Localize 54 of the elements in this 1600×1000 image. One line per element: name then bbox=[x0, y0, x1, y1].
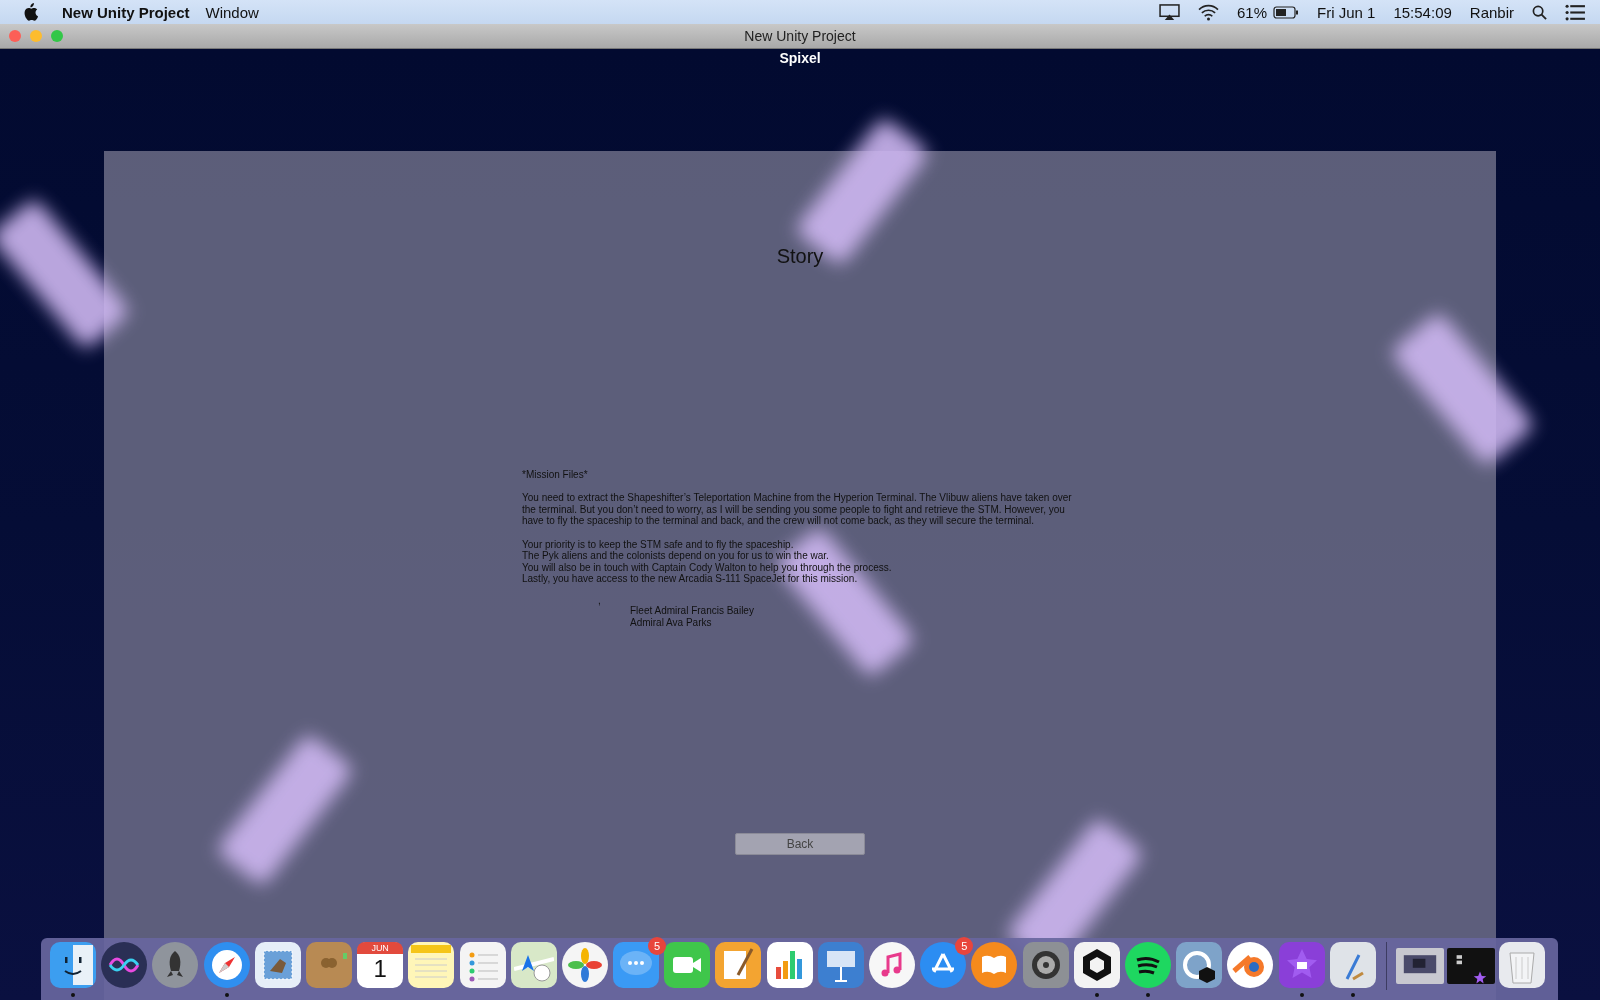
sound-waves-icon[interactable] bbox=[1124, 942, 1171, 988]
calendar-icon[interactable]: JUN 1 bbox=[357, 942, 404, 988]
trash-icon[interactable] bbox=[1499, 942, 1546, 988]
swirl-icon[interactable] bbox=[1176, 942, 1223, 988]
signature-line: Admiral Ava Parks bbox=[630, 616, 713, 629]
story-heading: Story bbox=[776, 245, 824, 268]
mission-line: Your priority is to keep the STM safe and to fly the spaceship. bbox=[522, 538, 795, 551]
video-camera-icon[interactable] bbox=[664, 942, 711, 988]
flower-icon[interactable] bbox=[561, 942, 608, 988]
window-thumbnail[interactable] bbox=[1396, 948, 1445, 984]
orb-icon[interactable] bbox=[101, 942, 148, 988]
menu-item[interactable]: Window bbox=[205, 3, 259, 21]
app-menu[interactable]: New Unity Project bbox=[62, 3, 190, 21]
cube-icon[interactable] bbox=[1073, 942, 1120, 988]
pen-document-icon[interactable] bbox=[715, 942, 762, 988]
battery-icon[interactable] bbox=[1273, 5, 1300, 19]
book-icon[interactable] bbox=[971, 942, 1018, 988]
mission-header: *Mission Files* bbox=[522, 469, 589, 481]
date-text[interactable]: Fri Jun 1 bbox=[1317, 3, 1376, 21]
rocket-icon[interactable] bbox=[152, 942, 199, 988]
back-button[interactable]: Back bbox=[735, 833, 865, 856]
stray-mark: , bbox=[598, 596, 602, 605]
mission-line: You will also be in touch with Captain Cody Walton to help you through the process. bbox=[522, 561, 893, 574]
document-icon[interactable] bbox=[1329, 942, 1376, 988]
notepad-icon[interactable] bbox=[408, 942, 455, 988]
mission-line: Lastly, you have access to the new Arcadia S-111 SpaceJet for this mission. bbox=[522, 573, 859, 585]
user-name[interactable]: Ranbir bbox=[1469, 3, 1514, 21]
podium-icon[interactable] bbox=[817, 942, 864, 988]
compass-icon[interactable] bbox=[203, 942, 250, 988]
game-title: Spixel bbox=[779, 50, 821, 68]
face-icon[interactable] bbox=[50, 942, 96, 988]
signature-line: Fleet Admiral Francis Bailey bbox=[630, 604, 755, 617]
stamp-icon[interactable] bbox=[254, 942, 301, 988]
music-note-icon[interactable] bbox=[869, 942, 915, 988]
notification-badge: 5 bbox=[955, 937, 974, 955]
window-title: New Unity Project bbox=[744, 28, 856, 44]
chat-bubble-icon[interactable] bbox=[613, 942, 660, 988]
gear-icon[interactable] bbox=[1022, 942, 1069, 988]
airplay-icon[interactable] bbox=[1159, 3, 1181, 21]
apple-icon[interactable] bbox=[22, 3, 38, 21]
bar-chart-icon[interactable] bbox=[766, 942, 813, 988]
clock-text[interactable]: 15:54:09 bbox=[1393, 3, 1452, 21]
ring-icon[interactable] bbox=[1227, 942, 1274, 988]
search-icon[interactable] bbox=[1532, 4, 1547, 20]
mission-paragraph: You need to extract the Shapeshifter’s Teleportation Machine from the Hyperion Terminal. The Vlibuw aliens have taken over the terminal. But you don’t need to worry, as I will be sending you some people to fight and retrieve the STM. However, you have to fly the spaceship to the terminal and back, and the crew will not come back, as they will secure the terminal. bbox=[522, 492, 1073, 527]
window-thumbnail[interactable] bbox=[1447, 948, 1496, 984]
list-icon[interactable] bbox=[1565, 3, 1586, 21]
mission-line: The Pyk aliens and the colonists depend on you for us to win the war. bbox=[522, 550, 830, 562]
calendar-month: JUN bbox=[357, 942, 404, 954]
calendar-day: 1 bbox=[373, 954, 387, 984]
wifi-icon[interactable] bbox=[1198, 3, 1220, 21]
battery-percentage: 61% bbox=[1237, 3, 1268, 21]
map-icon[interactable] bbox=[510, 942, 557, 988]
app-store-icon[interactable] bbox=[920, 942, 967, 988]
